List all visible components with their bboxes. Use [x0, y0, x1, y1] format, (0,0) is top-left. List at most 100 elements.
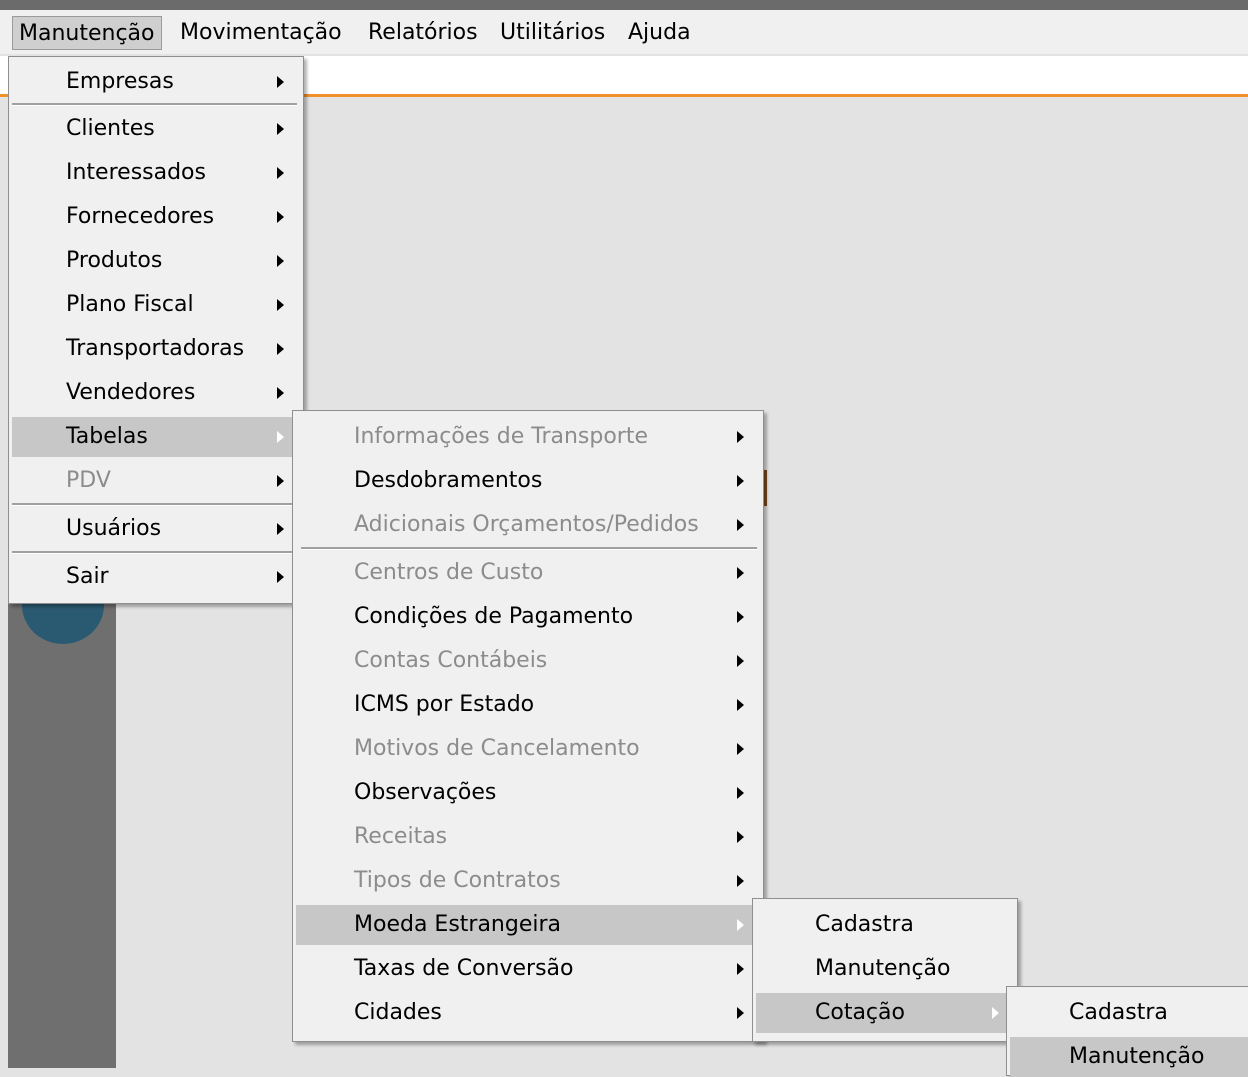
tabelas-item-label: Centros de Custo	[354, 560, 544, 585]
moeda-item-label: Manutenção	[815, 956, 951, 981]
submenu-arrow-icon	[737, 655, 744, 667]
tabelas-item-motivos-de-cancelamento[interactable]: Motivos de Cancelamento	[296, 729, 760, 769]
menu-separator	[12, 551, 297, 554]
submenu-arrow-icon	[737, 475, 744, 487]
menu-separator	[12, 103, 297, 106]
submenu-arrow-icon	[277, 299, 284, 311]
submenu-arrow-icon	[277, 123, 284, 135]
cotacao-item-label: Cadastra	[1069, 1000, 1168, 1025]
tabelas-item-taxas-de-conversao[interactable]: Taxas de Conversão	[296, 949, 760, 989]
submenu-arrow-icon	[737, 831, 744, 843]
manutencao-item-label: Usuários	[66, 516, 162, 541]
menubar-utilitarios[interactable]: Utilitários	[494, 16, 611, 50]
tabelas-item-icms-por-estado[interactable]: ICMS por Estado	[296, 685, 760, 725]
submenu-arrow-icon	[277, 523, 284, 535]
cotacao-item-manutencao[interactable]: Manutenção	[1010, 1037, 1248, 1077]
tabelas-item-label: Contas Contábeis	[354, 648, 548, 673]
tabelas-item-condicoes-de-pagamento[interactable]: Condições de Pagamento	[296, 597, 760, 637]
manutencao-item-label: Fornecedores	[66, 204, 215, 229]
submenu-arrow-icon	[737, 743, 744, 755]
tabelas-item-cidades[interactable]: Cidades	[296, 993, 760, 1033]
submenu-tabelas: Informações de Transporte Desdobramentos A…	[292, 410, 764, 1042]
manutencao-item-plano-fiscal[interactable]: Plano Fiscal	[12, 285, 300, 325]
manutencao-item-label: Empresas	[66, 69, 174, 94]
tabelas-item-observacoes[interactable]: Observações	[296, 773, 760, 813]
submenu-arrow-icon	[737, 699, 744, 711]
window-top-border	[0, 0, 1248, 10]
manutencao-item-label: Transportadoras	[66, 336, 245, 361]
manutencao-item-vendedores[interactable]: Vendedores	[12, 373, 300, 413]
cotacao-item-label: Manutenção	[1069, 1044, 1205, 1069]
submenu-arrow-icon	[277, 475, 284, 487]
tabelas-item-adicionais-orcamentos-pedidos[interactable]: Adicionais Orçamentos/Pedidos	[296, 505, 760, 545]
manutencao-item-empresas[interactable]: Empresas	[12, 62, 300, 102]
tabelas-item-label: Informações de Transporte	[354, 424, 649, 449]
menu-separator	[12, 503, 297, 506]
tabelas-item-label: Motivos de Cancelamento	[354, 736, 640, 761]
tabelas-item-label: Tipos de Contratos	[354, 868, 561, 893]
submenu-arrow-icon	[737, 919, 744, 931]
tabelas-item-label: Taxas de Conversão	[354, 956, 574, 981]
manutencao-item-label: Vendedores	[66, 380, 196, 405]
menubar-movimentacao[interactable]: Movimentação	[174, 16, 348, 50]
submenu-cotacao: Cadastra Manutenção	[1006, 986, 1248, 1077]
manutencao-item-usuarios[interactable]: Usuários	[12, 509, 300, 549]
manutencao-item-label: Sair	[66, 564, 109, 589]
tabelas-item-label: Observações	[354, 780, 497, 805]
cotacao-item-cadastra[interactable]: Cadastra	[1010, 993, 1248, 1033]
menubar-manutencao[interactable]: Manutenção	[12, 16, 162, 50]
tabelas-item-tipos-de-contratos[interactable]: Tipos de Contratos	[296, 861, 760, 901]
manutencao-item-label: Produtos	[66, 248, 163, 273]
tabelas-item-label: Adicionais Orçamentos/Pedidos	[354, 512, 699, 537]
submenu-arrow-icon	[277, 76, 284, 88]
tabelas-item-label: Receitas	[354, 824, 448, 849]
menubar-relatorios[interactable]: Relatórios	[362, 16, 484, 50]
manutencao-item-label: Clientes	[66, 116, 155, 141]
submenu-arrow-icon	[737, 431, 744, 443]
dropdown-manutencao: Empresas Clientes Interessados Fornecedores…	[8, 56, 304, 604]
manutencao-item-label: PDV	[66, 468, 111, 493]
moeda-item-label: Cadastra	[815, 912, 914, 937]
manutencao-item-label: Tabelas	[66, 424, 148, 449]
menubar-ajuda[interactable]: Ajuda	[622, 16, 697, 50]
menu-bar: Manutenção Movimentação Relatórios Utili…	[0, 10, 1248, 54]
tabelas-item-desdobramentos[interactable]: Desdobramentos	[296, 461, 760, 501]
submenu-arrow-icon	[737, 519, 744, 531]
moeda-item-label: Cotação	[815, 1000, 905, 1025]
manutencao-item-clientes[interactable]: Clientes	[12, 109, 300, 149]
manutencao-item-fornecedores[interactable]: Fornecedores	[12, 197, 300, 237]
submenu-arrow-icon	[737, 875, 744, 887]
moeda-item-cadastra[interactable]: Cadastra	[756, 905, 1014, 945]
submenu-arrow-icon	[277, 167, 284, 179]
tabelas-item-label: Cidades	[354, 1000, 442, 1025]
tabelas-item-receitas[interactable]: Receitas	[296, 817, 760, 857]
manutencao-item-pdv[interactable]: PDV	[12, 461, 300, 501]
submenu-arrow-icon	[277, 211, 284, 223]
submenu-arrow-icon	[277, 571, 284, 583]
submenu-arrow-icon	[737, 611, 744, 623]
tabelas-item-contas-contabeis[interactable]: Contas Contábeis	[296, 641, 760, 681]
submenu-arrow-icon	[277, 343, 284, 355]
manutencao-item-tabelas[interactable]: Tabelas	[12, 417, 300, 457]
submenu-arrow-icon	[737, 963, 744, 975]
submenu-arrow-icon	[277, 255, 284, 267]
tabelas-item-informacoes-de-transporte[interactable]: Informações de Transporte	[296, 417, 760, 457]
menu-separator	[301, 547, 757, 550]
submenu-arrow-icon	[737, 1007, 744, 1019]
manutencao-item-produtos[interactable]: Produtos	[12, 241, 300, 281]
tabelas-item-label: ICMS por Estado	[354, 692, 535, 717]
submenu-arrow-icon	[277, 431, 284, 443]
submenu-arrow-icon	[277, 387, 284, 399]
moeda-item-cotacao[interactable]: Cotação	[756, 993, 1014, 1033]
manutencao-item-label: Plano Fiscal	[66, 292, 194, 317]
tabelas-item-label: Moeda Estrangeira	[354, 912, 562, 937]
manutencao-item-sair[interactable]: Sair	[12, 557, 300, 597]
manutencao-item-interessados[interactable]: Interessados	[12, 153, 300, 193]
tabelas-item-label: Condições de Pagamento	[354, 604, 634, 629]
submenu-moeda-estrangeira: Cadastra Manutenção Cotação	[752, 898, 1018, 1042]
submenu-arrow-icon	[737, 787, 744, 799]
tabelas-item-centros-de-custo[interactable]: Centros de Custo	[296, 553, 760, 593]
tabelas-item-moeda-estrangeira[interactable]: Moeda Estrangeira	[296, 905, 760, 945]
manutencao-item-transportadoras[interactable]: Transportadoras	[12, 329, 300, 369]
moeda-item-manutencao[interactable]: Manutenção	[756, 949, 1014, 989]
